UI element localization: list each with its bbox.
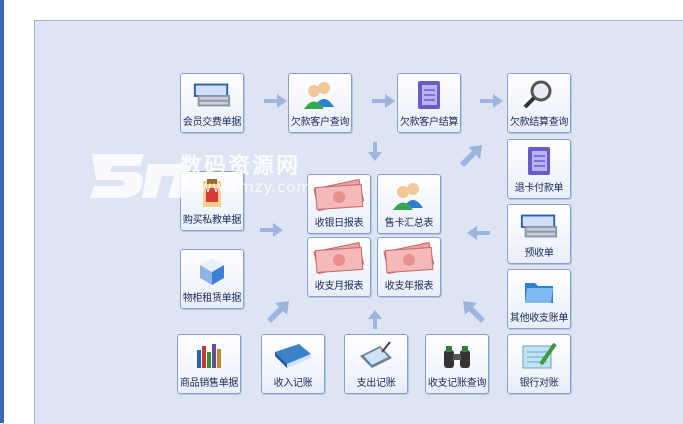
cashier-daily-report-label: 收银日报表: [314, 218, 364, 229]
cashflow-query-tile[interactable]: 收支记账查询: [425, 334, 489, 394]
book-icon: [273, 340, 313, 372]
books-icon: [189, 340, 229, 372]
arrears-customer-settle-tile[interactable]: 欠款客户结算: [397, 73, 461, 133]
top-bar: [4, 0, 683, 16]
notebook-icon: [519, 145, 559, 177]
product-sales-label: 商品销售单据: [179, 378, 239, 389]
arrow-right-icon: [260, 223, 283, 237]
pos-machine-icon: [192, 79, 232, 111]
cashflow-yearly-report-tile[interactable]: 收支年报表: [377, 237, 441, 297]
buy-private-lessons-tile[interactable]: 购买私教单据: [180, 171, 244, 231]
arrears-settle-query-tile[interactable]: 欠款结算查询: [507, 73, 571, 133]
arrow-right-icon: [264, 94, 287, 108]
arrears-settle-query-label: 欠款结算查询: [509, 117, 569, 128]
folder-icon: [519, 275, 559, 307]
notebook-icon: [409, 79, 449, 111]
arrears-customer-settle-label: 欠款客户结算: [399, 117, 459, 128]
arrow-up-right-icon: [460, 145, 482, 167]
income-entry-tile[interactable]: 收入记账: [261, 334, 325, 394]
locker-rental-tile[interactable]: 物柜租赁单据: [180, 249, 244, 309]
function-panel: 会员交费单据 欠款客户查询 欠款客户结算 欠款结算查询 退卡付款单 预收单 其他…: [34, 20, 683, 424]
arrears-customer-query-tile[interactable]: 欠款客户查询: [288, 73, 352, 133]
card-refund-label: 退卡付款单: [514, 183, 564, 194]
arrow-right-icon: [372, 94, 395, 108]
member-fee-tile[interactable]: 会员交费单据: [180, 73, 244, 133]
banknotes-icon: [310, 241, 368, 277]
arrears-customer-query-label: 欠款客户查询: [290, 117, 350, 128]
magnifier-icon: [519, 79, 559, 111]
income-entry-label: 收入记账: [273, 378, 313, 389]
binoculars-icon: [437, 340, 477, 372]
tablet-pen-icon: [356, 340, 396, 372]
pos-machine-icon: [519, 210, 559, 242]
other-income-expense-label: 其他收支账单: [509, 313, 569, 324]
banknotes-icon: [310, 178, 368, 214]
ledger-pen-icon: [519, 340, 559, 372]
arrow-up-icon: [368, 310, 382, 329]
cashflow-monthly-report-tile[interactable]: 收支月报表: [307, 237, 371, 297]
buy-private-lessons-label: 购买私教单据: [182, 215, 242, 226]
card-sales-summary-label: 售卡汇总表: [384, 218, 434, 229]
arrow-right-icon: [480, 94, 503, 108]
advance-receipt-label: 预收单: [524, 248, 554, 259]
cashflow-monthly-report-label: 收支月报表: [314, 281, 364, 292]
advance-receipt-tile[interactable]: 预收单: [507, 204, 571, 264]
cashflow-yearly-report-label: 收支年报表: [384, 281, 434, 292]
bank-reconcile-tile[interactable]: 银行对账: [507, 334, 571, 394]
bank-reconcile-label: 银行对账: [519, 378, 559, 389]
banknotes-icon: [380, 241, 438, 277]
window-left-edge: [0, 0, 4, 423]
users-icon: [300, 79, 340, 111]
cashflow-query-label: 收支记账查询: [427, 378, 487, 389]
card-refund-tile[interactable]: 退卡付款单: [507, 139, 571, 199]
arrow-left-icon: [467, 226, 490, 240]
arrow-up-left-icon: [463, 301, 485, 323]
users-icon: [389, 180, 429, 212]
other-income-expense-tile[interactable]: 其他收支账单: [507, 269, 571, 329]
clipboard-icon: [192, 177, 232, 209]
member-fee-label: 会员交费单据: [182, 117, 242, 128]
expense-entry-label: 支出记账: [356, 378, 396, 389]
locker-rental-label: 物柜租赁单据: [182, 293, 242, 304]
arrow-up-right-icon: [267, 301, 289, 323]
product-sales-tile[interactable]: 商品销售单据: [177, 334, 241, 394]
card-sales-summary-tile[interactable]: 售卡汇总表: [377, 174, 441, 234]
cashier-daily-report-tile[interactable]: 收银日报表: [307, 174, 371, 234]
expense-entry-tile[interactable]: 支出记账: [344, 334, 408, 394]
arrow-down-icon: [368, 142, 382, 161]
cube-icon: [192, 255, 232, 287]
